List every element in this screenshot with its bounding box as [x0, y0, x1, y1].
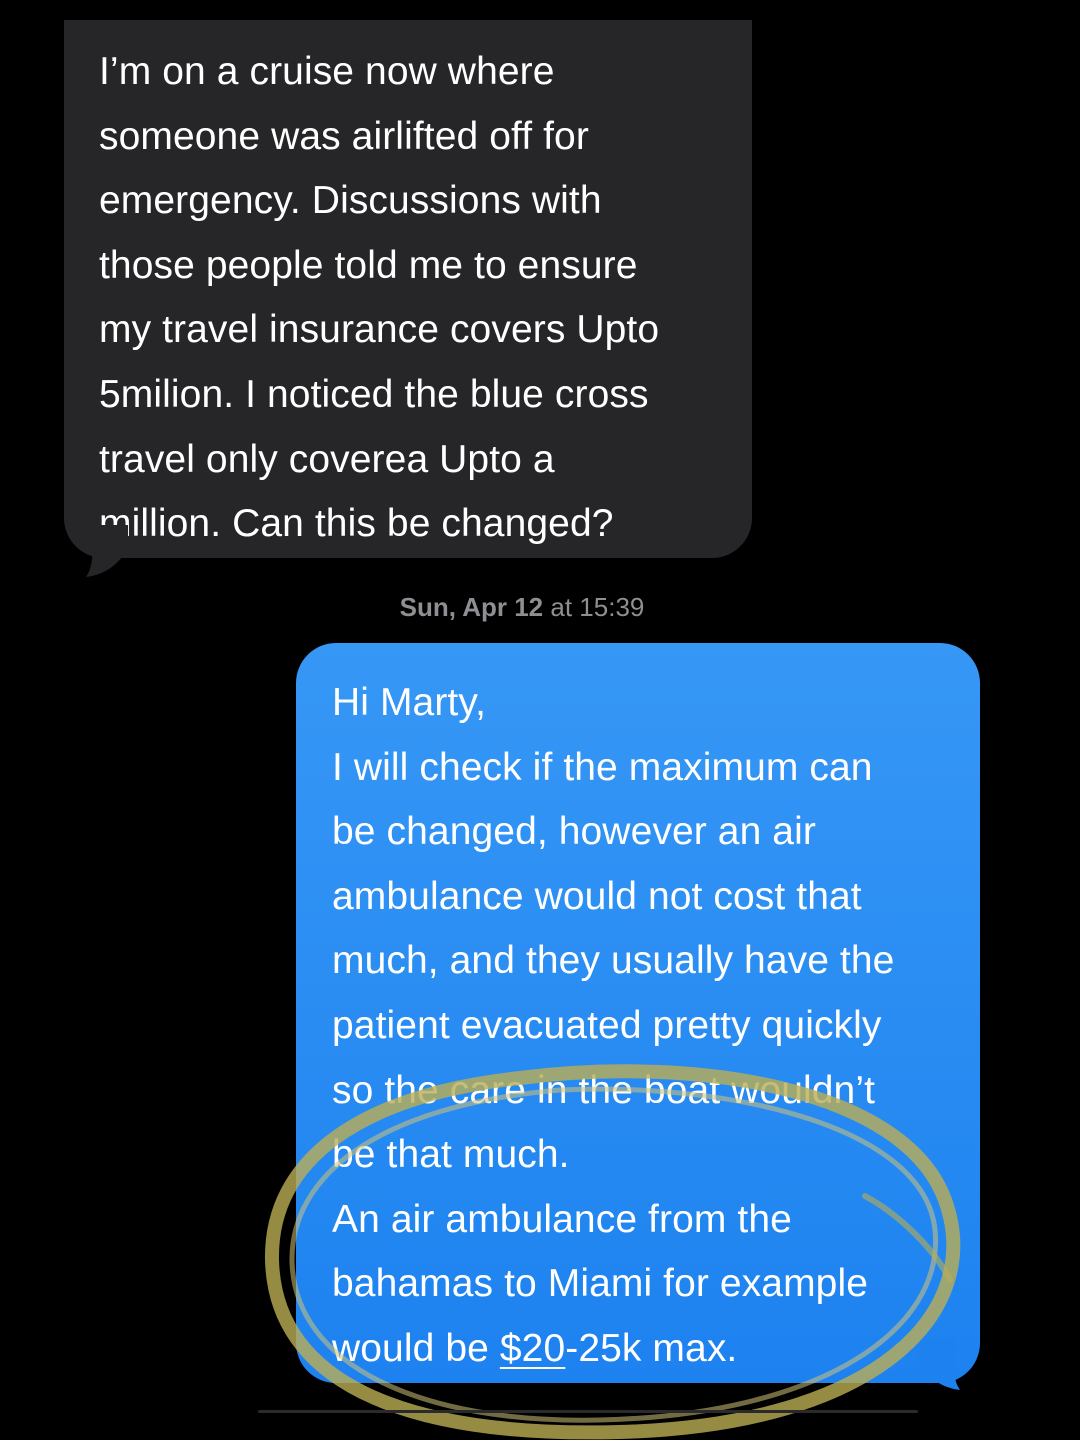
timestamp-day: Sun, Apr 12	[399, 592, 544, 622]
incoming-message-line: emergency. Discussions with	[99, 179, 602, 223]
incoming-message-line: my travel insurance covers Upto	[99, 308, 660, 352]
outgoing-message-line: be changed, however an air	[332, 810, 816, 854]
outgoing-bubble-tail	[918, 1338, 960, 1390]
timestamp-time: 15:39	[579, 592, 645, 622]
last-line-prefix: would be	[332, 1326, 500, 1370]
outgoing-message-line: I will check if the maximum can	[332, 745, 873, 789]
outgoing-message-line: patient evacuated pretty quickly	[332, 1003, 882, 1047]
outgoing-message-line: An air ambulance from the	[332, 1197, 792, 1241]
outgoing-message-last-line: would be $20-25k max.	[332, 1317, 950, 1382]
message-thread: I’m on a cruise now where someone was ai…	[0, 0, 1080, 1440]
last-line-suffix: -25k max.	[565, 1326, 738, 1370]
incoming-message-bubble[interactable]: I’m on a cruise now where someone was ai…	[64, 20, 752, 558]
incoming-message-line: someone was airlifted off for	[99, 114, 589, 158]
incoming-message-line: I’m on a cruise now where	[99, 50, 555, 93]
incoming-message-line: million. Can this be changed?	[99, 502, 614, 546]
outgoing-message-line: be that much.	[332, 1133, 570, 1177]
outgoing-message-line: Hi Marty,	[332, 681, 487, 724]
incoming-message-line: travel only coverea Upto a	[99, 437, 555, 481]
outgoing-message-line: much, and they usually have the	[332, 939, 895, 983]
price-data-detector-link[interactable]: $20	[500, 1327, 565, 1370]
message-timestamp: Sun, Apr 12 at 15:39	[0, 592, 1044, 623]
incoming-bubble-tail	[86, 525, 128, 577]
timestamp-at: at	[550, 592, 573, 622]
outgoing-message-bubble[interactable]: Hi Marty, I will check if the maximum ca…	[296, 643, 980, 1383]
outgoing-message-line: so the care in the boat wouldn’t	[332, 1068, 876, 1112]
next-bubble-edge	[258, 1410, 918, 1413]
outgoing-message-line: bahamas to Miami for example	[332, 1262, 869, 1306]
outgoing-message-line: ambulance would not cost that	[332, 874, 862, 918]
incoming-message-line: those people told me to ensure	[99, 243, 638, 287]
incoming-message-line: 5milion. I noticed the blue cross	[99, 372, 649, 416]
